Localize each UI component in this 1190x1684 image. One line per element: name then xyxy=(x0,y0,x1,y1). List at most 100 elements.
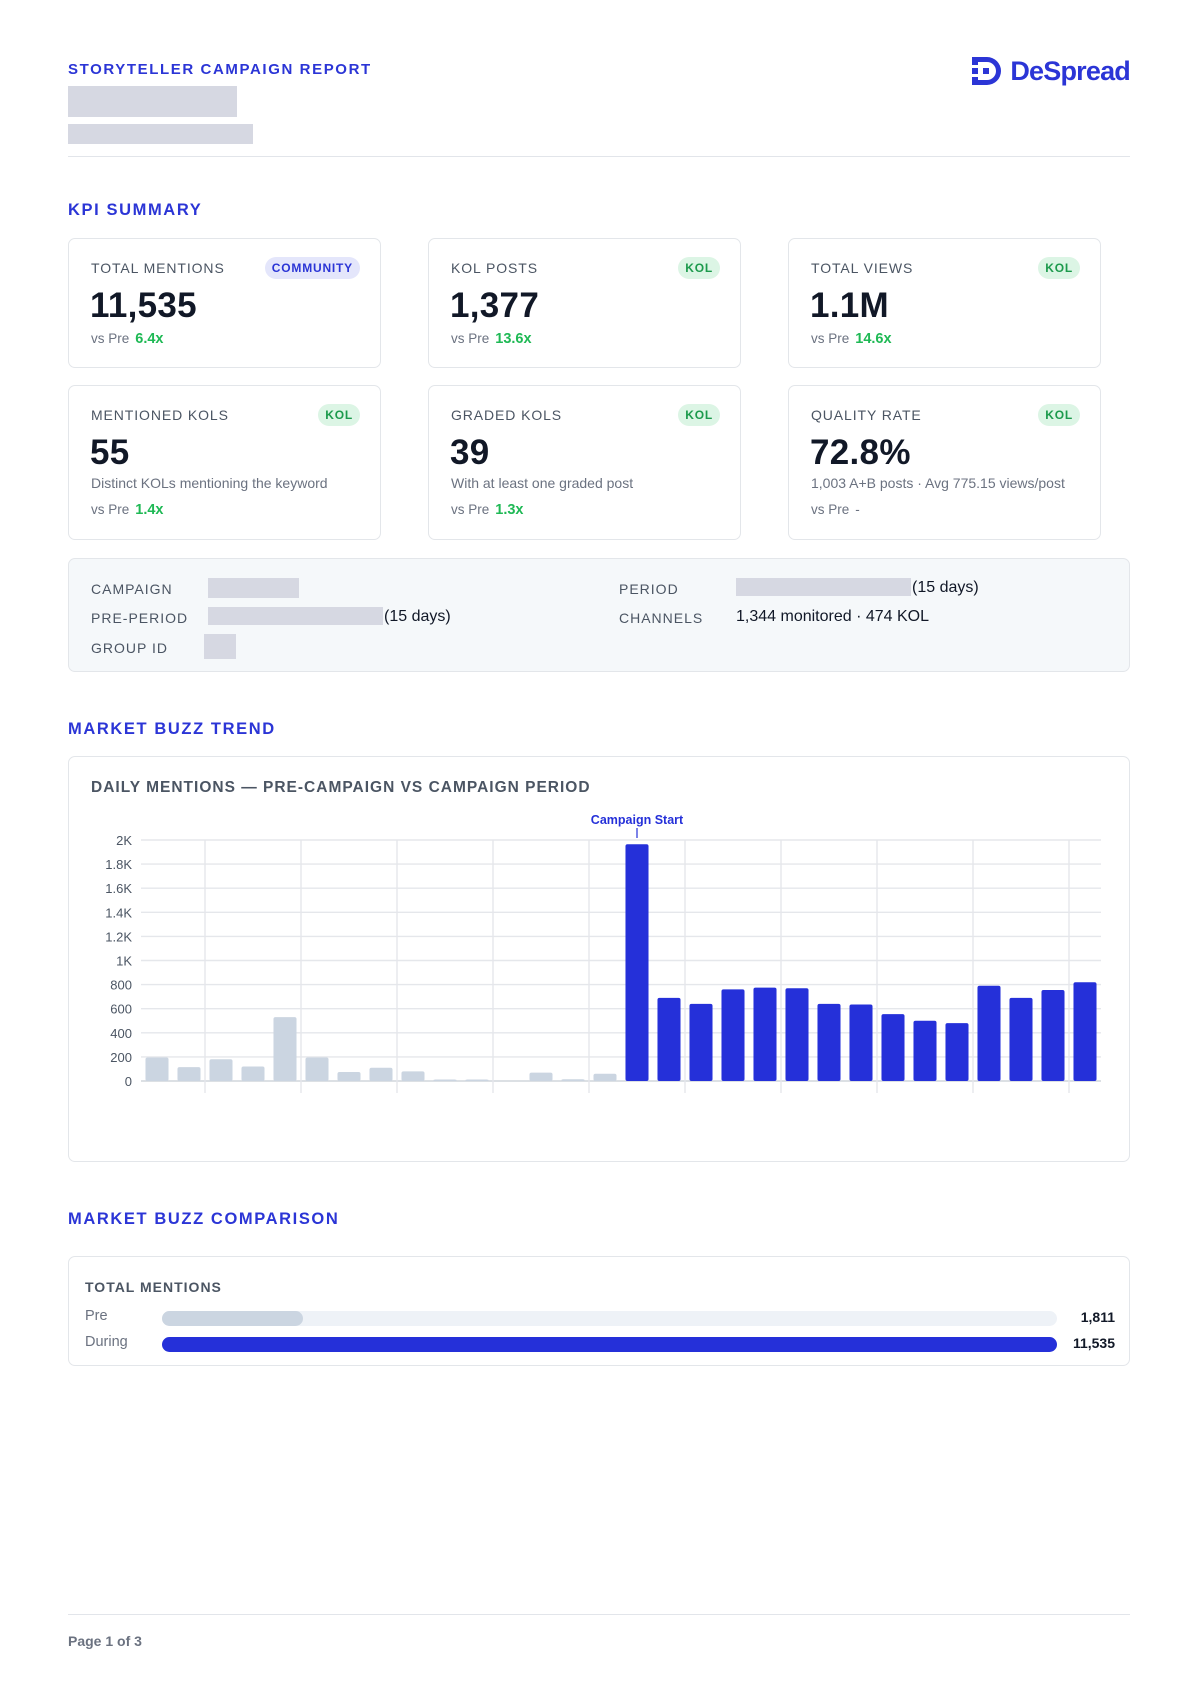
period-label: PERIOD xyxy=(619,581,679,597)
kpi-description: Distinct KOLs mentioning the keyword xyxy=(91,475,328,491)
pre-period-bar xyxy=(529,1072,553,1081)
during-bar-track xyxy=(162,1337,1057,1352)
report-title: STORYTELLER CAMPAIGN REPORT xyxy=(68,61,372,78)
kpi-vs-pre: vs Pre 1.3x xyxy=(451,502,524,518)
redacted-report-date xyxy=(68,124,253,144)
campaign-period-bar xyxy=(657,997,681,1081)
vs-pre-label: vs Pre xyxy=(811,502,850,517)
daily-mentions-chart-card: DAILY MENTIONS — PRE-CAMPAIGN VS CAMPAIG… xyxy=(68,756,1130,1162)
channels-label: CHANNELS xyxy=(619,610,704,626)
vs-pre-multiplier: 1.3x xyxy=(495,502,524,518)
campaign-period-bar xyxy=(721,989,745,1081)
kpi-card-mentioned-kols: MENTIONED KOLS KOL 55 Distinct KOLs ment… xyxy=(68,385,381,540)
kol-badge: KOL xyxy=(1038,257,1080,279)
kpi-value: 39 xyxy=(450,433,490,472)
kpi-section-title: KPI SUMMARY xyxy=(68,201,203,219)
campaign-period-bar xyxy=(689,1003,713,1081)
kpi-vs-pre: vs Pre 13.6x xyxy=(451,331,532,347)
comparison-section-title: MARKET BUZZ COMPARISON xyxy=(68,1210,340,1228)
pre-bar-track xyxy=(162,1311,1057,1326)
kpi-value: 1,377 xyxy=(450,286,540,325)
kol-badge: KOL xyxy=(1038,404,1080,426)
comparison-metric-label: TOTAL MENTIONS xyxy=(85,1279,222,1295)
kpi-vs-pre: vs Pre 14.6x xyxy=(811,331,892,347)
vs-pre-multiplier: 13.6x xyxy=(495,331,532,347)
pre-period-bar xyxy=(433,1079,457,1081)
vs-pre-label: vs Pre xyxy=(451,502,490,517)
vs-pre-label: vs Pre xyxy=(91,331,130,346)
community-badge: COMMUNITY xyxy=(264,257,360,279)
pre-period-bar xyxy=(209,1059,233,1081)
y-tick-label: 1.4K xyxy=(105,905,132,920)
redacted-campaign-name xyxy=(208,578,299,598)
kpi-vs-pre: vs Pre 6.4x xyxy=(91,331,164,347)
campaign-period-bar xyxy=(753,987,777,1081)
vs-pre-multiplier: 14.6x xyxy=(855,331,892,347)
report-page: STORYTELLER CAMPAIGN REPORT DeSpread KPI… xyxy=(68,0,1131,1684)
campaign-period-bar xyxy=(785,988,809,1081)
pre-period-bar xyxy=(241,1066,265,1081)
kpi-label: KOL POSTS xyxy=(451,260,538,276)
y-tick-label: 1.6K xyxy=(105,881,132,896)
kpi-card-kol-posts: KOL POSTS KOL 1,377 vs Pre 13.6x xyxy=(428,238,741,368)
kpi-description: With at least one graded post xyxy=(451,475,634,491)
campaign-period-bar xyxy=(945,1023,969,1081)
despread-logo-icon xyxy=(972,57,1002,85)
kpi-label: TOTAL MENTIONS xyxy=(91,260,225,276)
during-value: 11,535 xyxy=(1072,1335,1115,1351)
redacted-pre-period-dates xyxy=(208,607,383,625)
vs-pre-multiplier: - xyxy=(855,502,860,517)
despread-logo: DeSpread xyxy=(971,55,1131,87)
trend-section-title: MARKET BUZZ TREND xyxy=(68,720,276,738)
kpi-description: 1,003 A+B posts · Avg 775.15 views/post xyxy=(811,475,1065,491)
kpi-value: 11,535 xyxy=(90,286,197,325)
pre-period-bar xyxy=(561,1079,585,1081)
y-tick-label: 2K xyxy=(116,833,132,848)
campaign-period-bar xyxy=(625,844,649,1081)
pre-period-bar xyxy=(177,1067,201,1081)
y-tick-label: 200 xyxy=(110,1050,132,1065)
pre-period-bar xyxy=(145,1057,169,1081)
pre-period-bar xyxy=(273,1017,297,1081)
group-id-label: GROUP ID xyxy=(91,640,168,656)
kpi-value: 55 xyxy=(90,433,130,472)
redacted-group-id xyxy=(204,634,236,659)
period-duration: (15 days) xyxy=(912,579,979,596)
pre-period-bar xyxy=(401,1071,425,1081)
pre-period-bar xyxy=(305,1057,329,1081)
campaign-info-panel: CAMPAIGN PRE-PERIOD (15 days) GROUP ID P… xyxy=(68,558,1130,672)
channels-value: 1,344 monitored · 474 KOL xyxy=(736,608,930,625)
y-tick-label: 1K xyxy=(116,954,132,969)
during-bar-fill xyxy=(162,1337,1057,1352)
pre-period-label: PRE-PERIOD xyxy=(91,610,189,626)
kpi-label: MENTIONED KOLS xyxy=(91,407,229,423)
pre-value: 1,811 xyxy=(1080,1309,1115,1325)
pre-period-duration: (15 days) xyxy=(384,608,451,625)
during-row-label: During xyxy=(85,1334,128,1350)
vs-pre-multiplier: 1.4x xyxy=(135,502,164,518)
page-number: Page 1 of 3 xyxy=(68,1633,142,1649)
kpi-vs-pre: vs Pre 1.4x xyxy=(91,502,164,518)
campaign-period-bar xyxy=(1073,982,1097,1081)
header-divider xyxy=(68,156,1130,157)
daily-mentions-chart: 0 200 400 600 800 1K 1.2K 1.4K 1.6K 1.8K 2K Campaig… xyxy=(105,813,1101,1093)
kpi-vs-pre: vs Pre - xyxy=(811,502,860,517)
y-tick-label: 600 xyxy=(110,1002,132,1017)
kpi-card-quality-rate: QUALITY RATE KOL 72.8% 1,003 A+B posts ·… xyxy=(788,385,1101,540)
campaign-period-bar xyxy=(977,985,1001,1081)
comparison-card: TOTAL MENTIONS Pre 1,811 During 11,535 xyxy=(68,1256,1130,1366)
brand-name: DeSpread xyxy=(1010,55,1130,86)
y-tick-label: 800 xyxy=(110,978,132,993)
kpi-card-graded-kols: GRADED KOLS KOL 39 With at least one gra… xyxy=(428,385,741,540)
kol-badge: KOL xyxy=(678,257,720,279)
pre-bar-fill xyxy=(162,1311,303,1326)
vs-pre-label: vs Pre xyxy=(451,331,490,346)
campaign-period-bar xyxy=(849,1004,873,1081)
campaign-period-bar xyxy=(913,1020,937,1081)
campaign-period-bar xyxy=(881,1014,905,1081)
pre-period-bar xyxy=(593,1073,617,1081)
kpi-value: 1.1M xyxy=(810,286,890,325)
kpi-label: TOTAL VIEWS xyxy=(811,260,914,276)
footer-divider xyxy=(68,1614,1130,1615)
kpi-card-total-views: TOTAL VIEWS KOL 1.1M vs Pre 14.6x xyxy=(788,238,1101,368)
